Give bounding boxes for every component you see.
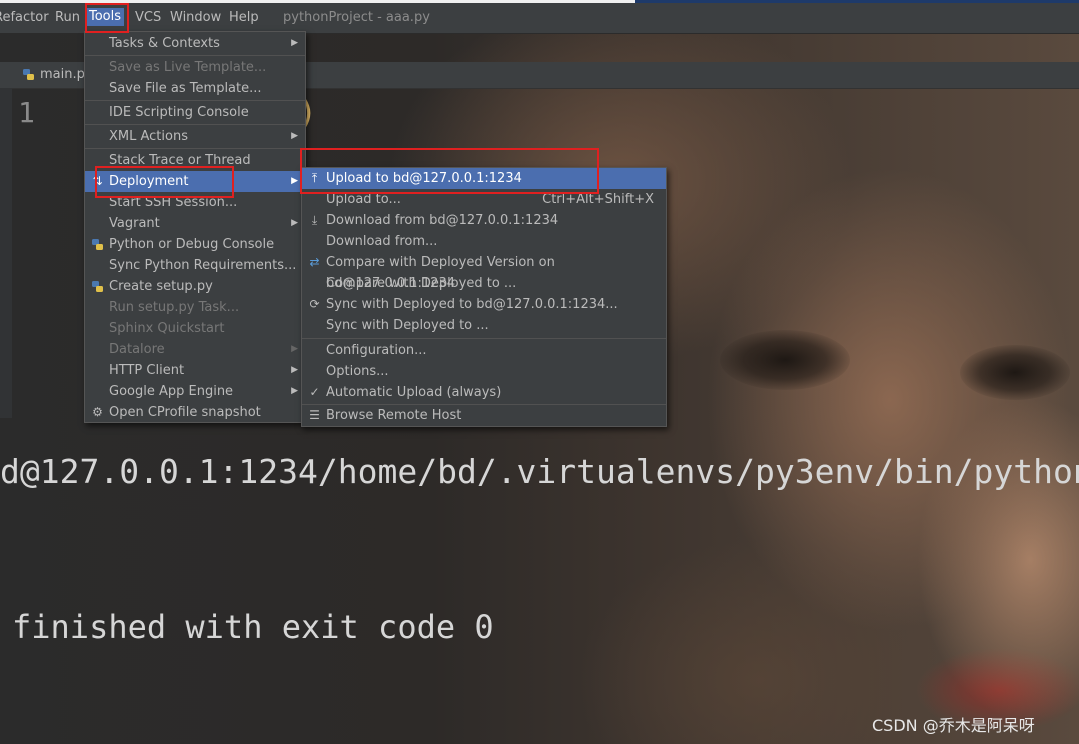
menu-item-compare-deployed-to[interactable]: Compare with Deployed to ... bbox=[302, 273, 666, 294]
menu-item-create-setup-py[interactable]: Create setup.py bbox=[85, 276, 305, 297]
console-interpreter-path: d@127.0.0.1:1234/home/bd/.virtualenvs/py… bbox=[0, 452, 1079, 491]
watermark: CSDN @乔木是阿呆呀 bbox=[872, 716, 1035, 735]
compare-icon: ⇄ bbox=[309, 255, 320, 269]
highlight-box-deployment bbox=[95, 166, 234, 198]
menu-run[interactable]: Run bbox=[55, 10, 80, 25]
background-eye-right bbox=[960, 345, 1070, 400]
menu-item-compare-deployed-bd[interactable]: ⇄ Compare with Deployed Version on bd@12… bbox=[302, 252, 666, 291]
menu-item-http-client[interactable]: HTTP Client ▶ bbox=[85, 360, 305, 381]
menu-item-sync-python-requirements[interactable]: Sync Python Requirements... bbox=[85, 255, 305, 276]
menu-help[interactable]: Help bbox=[229, 10, 259, 25]
check-icon: ✓ bbox=[309, 385, 320, 399]
menu-bar: Refactor Run Tools VCS Window Help pytho… bbox=[0, 0, 1079, 34]
background-eye-left bbox=[720, 330, 850, 390]
menu-item-sphinx-quickstart: Sphinx Quickstart bbox=[109, 321, 225, 336]
menu-item-save-file-template[interactable]: Save File as Template... bbox=[85, 78, 305, 99]
menu-item-download-from-bd[interactable]: ⤓ Download from bd@127.0.0.1:1234 bbox=[302, 210, 666, 231]
submenu-arrow-icon: ▶ bbox=[291, 218, 298, 228]
profiler-icon: ⚙ bbox=[92, 405, 103, 419]
submenu-arrow-icon: ▶ bbox=[291, 176, 298, 186]
menu-item-tasks-contexts[interactable]: Tasks & Contexts ▶ bbox=[85, 33, 305, 54]
tab-main-py[interactable]: main.py bbox=[14, 62, 93, 88]
submenu-arrow-icon: ▶ bbox=[291, 131, 298, 141]
menu-item-run-setup-py-task: Run setup.py Task... bbox=[109, 300, 240, 315]
menu-item-save-live-template: Save as Live Template... bbox=[109, 60, 267, 75]
menu-item-configuration[interactable]: Configuration... bbox=[302, 340, 666, 361]
menu-item-download-from[interactable]: Download from... bbox=[302, 231, 666, 252]
submenu-arrow-icon: ▶ bbox=[291, 38, 298, 48]
console-exit-message: finished with exit code 0 bbox=[12, 608, 494, 646]
browse-remote-host-icon: ☰ bbox=[309, 408, 320, 422]
menu-item-xml-actions[interactable]: XML Actions ▶ bbox=[85, 126, 305, 147]
menu-item-options[interactable]: Options... bbox=[302, 361, 666, 382]
project-title: pythonProject - aaa.py bbox=[283, 10, 430, 25]
menu-item-datalore: Datalore ▶ bbox=[85, 339, 305, 360]
sync-icon: ⟳ bbox=[309, 297, 320, 311]
submenu-arrow-icon: ▶ bbox=[291, 344, 298, 354]
menu-separator bbox=[85, 100, 305, 101]
menu-separator bbox=[85, 55, 305, 56]
menu-separator bbox=[85, 124, 305, 125]
menu-item-browse-remote-host[interactable]: ☰ Browse Remote Host bbox=[302, 406, 666, 425]
menu-separator bbox=[85, 148, 305, 149]
tools-menu: Tasks & Contexts ▶ Save as Live Template.… bbox=[84, 31, 306, 423]
left-tool-strip bbox=[0, 88, 12, 418]
menu-item-sync-deployed-to[interactable]: Sync with Deployed to ... bbox=[302, 315, 666, 336]
submenu-arrow-icon: ▶ bbox=[291, 365, 298, 375]
setup-py-icon bbox=[92, 281, 103, 292]
line-number: 1 bbox=[18, 96, 35, 129]
menu-item-google-app-engine[interactable]: Google App Engine ▶ bbox=[85, 381, 305, 402]
menu-item-ide-scripting-console[interactable]: IDE Scripting Console bbox=[85, 102, 305, 123]
window-top-strip-accent bbox=[635, 0, 1079, 3]
highlight-box-upload bbox=[300, 148, 599, 194]
menu-item-vagrant[interactable]: Vagrant ▶ bbox=[85, 213, 305, 234]
menu-vcs[interactable]: VCS bbox=[135, 10, 161, 25]
menu-window[interactable]: Window bbox=[170, 10, 221, 25]
menu-refactor[interactable]: Refactor bbox=[0, 10, 49, 25]
highlight-box-tools bbox=[85, 3, 129, 33]
menu-separator bbox=[302, 338, 666, 339]
menu-separator bbox=[302, 404, 666, 405]
python-console-icon bbox=[92, 239, 103, 250]
submenu-arrow-icon: ▶ bbox=[291, 386, 298, 396]
menu-item-open-cprofile-snapshot[interactable]: ⚙ Open CProfile snapshot bbox=[85, 402, 305, 423]
menu-item-python-debug-console[interactable]: Python or Debug Console bbox=[85, 234, 305, 255]
menu-item-automatic-upload[interactable]: ✓ Automatic Upload (always) bbox=[302, 382, 666, 403]
deployment-submenu: ⤒ Upload to bd@127.0.0.1:1234 Upload to.… bbox=[301, 167, 667, 427]
download-icon: ⤓ bbox=[311, 213, 318, 227]
menu-item-sync-deployed-bd[interactable]: ⟳ Sync with Deployed to bd@127.0.0.1:123… bbox=[302, 294, 666, 315]
